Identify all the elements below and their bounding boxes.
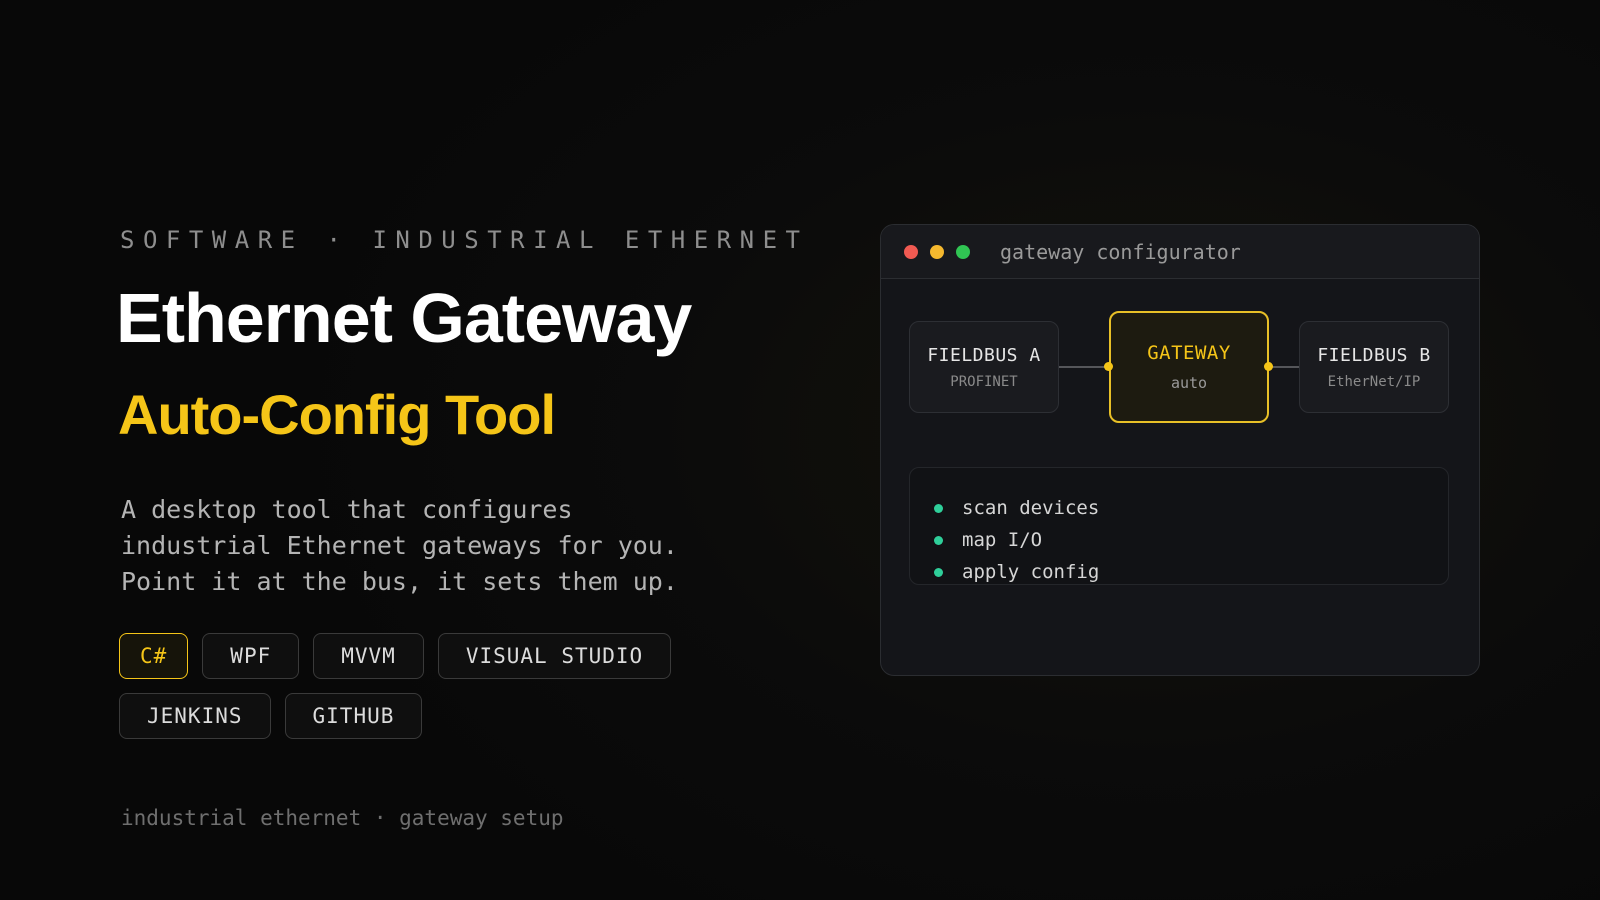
link-gateway-to-b [1269,366,1299,368]
fieldbus-a-node: FIELDBUS A PROFINET [909,321,1059,413]
description-line: Point it at the bus, it sets them up. [121,567,678,596]
minimize-dot-icon[interactable] [930,244,944,259]
node-mode: auto [1170,374,1208,392]
gateway-node: GATEWAY auto [1109,311,1269,423]
node-protocol: PROFINET [950,373,1018,390]
maximize-dot-icon[interactable] [956,244,970,259]
page-subtitle: Auto-Config Tool [118,383,556,446]
configurator-window: gateway configurator FIELDBUS A PROFINET… [880,224,1480,676]
tag-csharp: C# [119,633,189,679]
step-item: map I/O [934,524,1448,556]
status-dot-icon [934,535,943,545]
connector-dot-icon [1264,362,1273,371]
step-item: apply config [934,556,1448,588]
status-dot-icon [934,567,943,577]
step-label: scan devices [962,497,1100,519]
window-titlebar: gateway configurator [881,225,1479,279]
node-protocol: EtherNet/IP [1327,373,1421,390]
node-name: FIELDBUS A [927,344,1041,366]
tag-wpf: WPF [202,633,300,679]
node-name: FIELDBUS B [1317,344,1431,366]
connector-dot-icon [1104,362,1113,371]
close-dot-icon[interactable] [904,244,918,259]
link-a-to-gateway [1059,366,1109,368]
step-item: scan devices [934,492,1448,524]
tag-mvvm: MVVM [313,633,424,679]
window-title: gateway configurator [1000,239,1241,264]
step-label: map I/O [962,529,1043,551]
eyebrow-label: SOFTWARE · INDUSTRIAL ETHERNET [120,226,809,254]
tag-jenkins: JENKINS [119,693,271,739]
fieldbus-b-node: FIELDBUS B EtherNet/IP [1299,321,1449,413]
steps-panel: scan devices map I/O apply config [909,467,1449,585]
footer-caption: industrial ethernet · gateway setup [121,806,564,830]
tech-tags: C# WPF MVVM VISUAL STUDIO JENKINS GITHUB [119,633,679,739]
description-line: A desktop tool that configures [121,495,573,524]
description-line: industrial Ethernet gateways for you. [121,531,678,560]
status-dot-icon [934,503,943,513]
description: A desktop tool that configures industria… [121,492,678,600]
node-name: GATEWAY [1147,342,1231,364]
step-label: apply config [962,561,1100,583]
page-title: Ethernet Gateway [116,279,692,357]
tag-github: GITHUB [284,693,423,739]
tag-visual-studio: VISUAL STUDIO [437,633,672,679]
